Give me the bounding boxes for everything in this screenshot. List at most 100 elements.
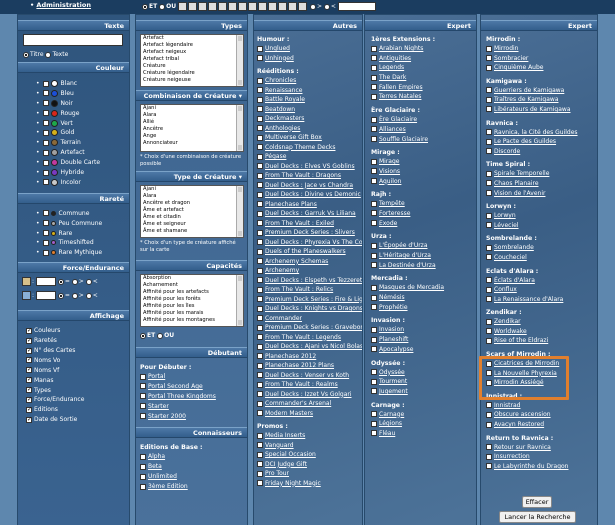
edition-checkbox[interactable] xyxy=(371,242,377,249)
edition-checkbox[interactable] xyxy=(486,244,492,251)
listbox-option[interactable]: Âme et shamane xyxy=(141,228,243,235)
affichage-checkbox[interactable]: ✓ xyxy=(26,406,32,413)
edition-checkbox[interactable] xyxy=(371,126,377,133)
edition-checkbox[interactable] xyxy=(486,453,492,460)
edition-checkbox[interactable] xyxy=(371,45,377,52)
combinaison-listbox[interactable]: Ajani Alara Allié Ancêtre Ange Annonciateur xyxy=(140,104,244,152)
listbox-option[interactable]: Allié xyxy=(141,119,243,126)
listbox-option[interactable]: Affinité pour les montagnes xyxy=(141,317,243,324)
edition-link[interactable]: Lorwyn xyxy=(494,211,516,221)
edition-link[interactable]: Starter 2000 xyxy=(148,412,186,422)
force-lt-radio[interactable] xyxy=(85,278,92,285)
couleur-checkbox[interactable] xyxy=(42,120,49,127)
listbox-option[interactable]: Acharnement xyxy=(141,282,243,289)
edition-link[interactable]: From The Vault : Realms xyxy=(265,380,338,390)
listbox-scrollbar[interactable] xyxy=(236,105,243,151)
edition-link[interactable]: Innistrad xyxy=(494,401,520,411)
listbox-option[interactable]: Annonciateur xyxy=(141,140,243,147)
mana-icon[interactable] xyxy=(188,2,198,11)
edition-checkbox[interactable] xyxy=(257,45,263,52)
edition-link[interactable]: Duel Decks : Izzet Vs Golgari xyxy=(265,390,352,400)
edition-checkbox[interactable] xyxy=(257,277,263,283)
edition-checkbox[interactable] xyxy=(257,432,263,439)
listbox-option[interactable]: Âme et citadin xyxy=(141,214,243,221)
edition-checkbox[interactable] xyxy=(257,55,263,61)
edition-link[interactable]: Spirale Temporelle xyxy=(494,169,549,179)
edition-checkbox[interactable] xyxy=(486,190,492,197)
edition-link[interactable]: Archenemy xyxy=(265,266,299,276)
edition-checkbox[interactable] xyxy=(257,201,263,207)
listbox-option[interactable]: Créature xyxy=(141,63,243,70)
edition-link[interactable]: Avacyn Restored xyxy=(494,420,544,430)
edition-link[interactable]: The Dark xyxy=(379,73,406,83)
mana-icon[interactable] xyxy=(208,2,218,11)
edition-checkbox[interactable] xyxy=(371,178,377,185)
couleur-checkbox[interactable] xyxy=(42,100,49,107)
cap-ou-radio[interactable] xyxy=(157,332,164,339)
edition-link[interactable]: Planeshift xyxy=(379,335,408,345)
listbox-option[interactable]: Artefact tribal xyxy=(141,56,243,63)
listbox-option[interactable]: Ancêtre xyxy=(141,126,243,133)
type-creature-listbox[interactable]: Ajani Alara Ancêtre et dragon Âme et artefa… xyxy=(140,185,244,238)
edition-checkbox[interactable] xyxy=(486,254,492,261)
edition-link[interactable]: Léveciel xyxy=(494,221,519,231)
affichage-checkbox[interactable]: ✓ xyxy=(26,357,32,364)
edition-checkbox[interactable] xyxy=(486,296,492,303)
edition-checkbox[interactable] xyxy=(486,277,492,283)
edition-link[interactable]: Guerriers de Kamigawa xyxy=(494,86,564,96)
edition-link[interactable]: Special Occasion xyxy=(265,450,316,460)
edition-checkbox[interactable] xyxy=(371,294,377,301)
edition-link[interactable]: Retour sur Ravnica xyxy=(494,443,551,453)
edition-checkbox[interactable] xyxy=(486,411,492,418)
edition-link[interactable]: Duels of the Planeswalkers xyxy=(265,247,346,257)
edition-link[interactable]: From The Vault : Relics xyxy=(265,285,333,295)
edition-link[interactable]: Arabian Nights xyxy=(379,44,423,54)
edition-checkbox[interactable] xyxy=(257,258,263,264)
edition-checkbox[interactable] xyxy=(371,304,377,311)
edition-checkbox[interactable] xyxy=(486,337,492,344)
edition-link[interactable]: Planechase 2012 Plans xyxy=(265,361,334,371)
endurance-input[interactable] xyxy=(35,291,56,301)
edition-link[interactable]: Premium Deck Series : Fire & Lightning xyxy=(265,295,362,305)
edition-checkbox[interactable] xyxy=(486,148,492,155)
edition-checkbox[interactable] xyxy=(140,463,146,470)
listbox-option[interactable]: Créature neigeuse xyxy=(141,77,243,84)
edition-link[interactable]: From The Vault : Legends xyxy=(265,333,341,343)
edition-link[interactable]: Tourment xyxy=(379,377,407,387)
edition-link[interactable]: L'Héritage d'Urza xyxy=(379,251,431,261)
edition-link[interactable]: Coldsnap Theme Decks xyxy=(265,143,335,153)
edition-checkbox[interactable] xyxy=(371,74,377,81)
edition-link[interactable]: Commander's Arsenal xyxy=(265,399,331,409)
edition-link[interactable]: Libérateurs de Kamigawa xyxy=(494,105,571,115)
edition-link[interactable]: Portal Second Age xyxy=(148,382,203,392)
listbox-option[interactable]: Alara xyxy=(141,193,243,200)
couleur-checkbox[interactable] xyxy=(42,139,49,146)
edition-link[interactable]: Jugement xyxy=(379,387,408,397)
edition-link[interactable]: Visions xyxy=(379,167,400,177)
edition-link[interactable]: Planechase Plans xyxy=(265,200,317,210)
edition-link[interactable]: Beta xyxy=(148,462,162,472)
edition-link[interactable]: Mirrodin xyxy=(494,44,519,54)
edition-checkbox[interactable] xyxy=(371,116,377,123)
mana-icon[interactable] xyxy=(288,2,298,11)
edition-link[interactable]: Chronicles xyxy=(265,76,296,86)
rarete-checkbox[interactable] xyxy=(42,230,49,237)
edition-checkbox[interactable] xyxy=(140,403,146,410)
edition-link[interactable]: Premium Deck Series : Graveborn xyxy=(265,323,362,333)
listbox-option[interactable]: Ange xyxy=(141,133,243,140)
edition-link[interactable]: Unhinged xyxy=(265,54,294,64)
edition-link[interactable]: Fléau xyxy=(379,429,395,439)
edition-link[interactable]: Portal Three Kingdoms xyxy=(148,392,216,402)
listbox-option[interactable]: Âme et artefact xyxy=(141,207,243,214)
edition-link[interactable]: Renaissance xyxy=(265,86,302,96)
edition-checkbox[interactable] xyxy=(257,343,263,350)
edition-checkbox[interactable] xyxy=(257,134,263,141)
edition-link[interactable]: Unlimited xyxy=(148,472,177,482)
force-input[interactable] xyxy=(35,277,56,287)
edition-link[interactable]: Duel Decks : Ajani vs Nicol Bolas xyxy=(265,342,362,352)
edition-link[interactable]: Duel Decks : Divine vs Demonic xyxy=(265,190,361,200)
mana-icon[interactable] xyxy=(258,2,268,11)
couleur-checkbox[interactable] xyxy=(42,149,49,156)
edition-checkbox[interactable] xyxy=(257,267,263,274)
affichage-checkbox[interactable]: ✓ xyxy=(26,347,32,354)
